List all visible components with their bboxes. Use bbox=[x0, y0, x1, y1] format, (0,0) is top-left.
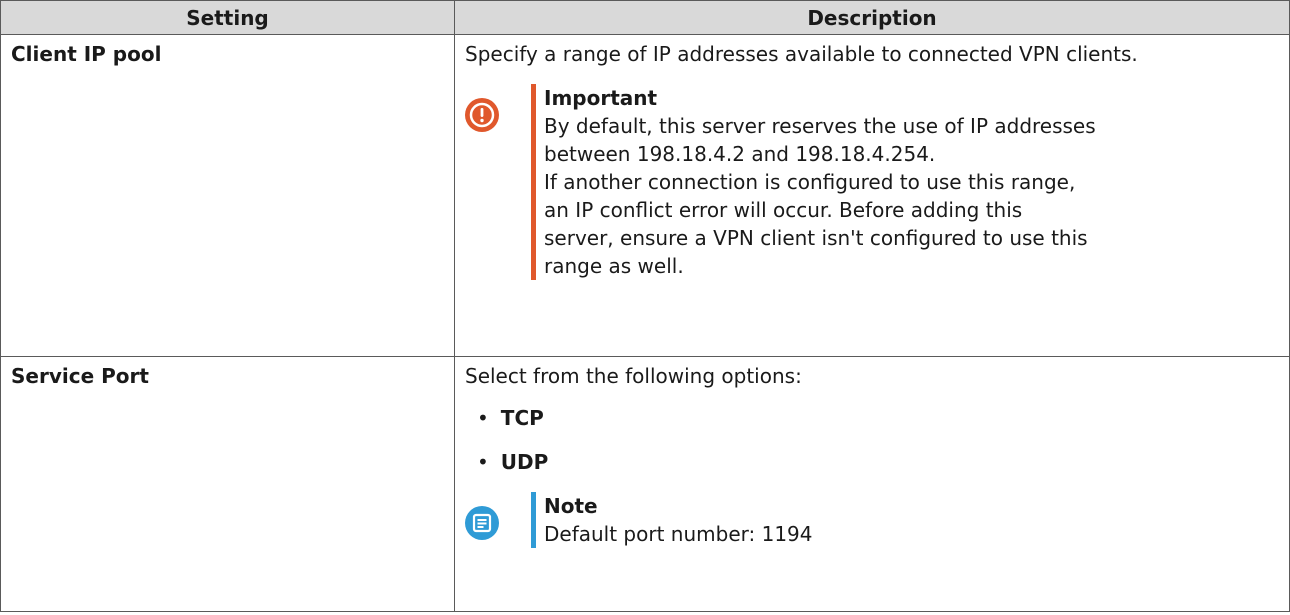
note-icon bbox=[465, 506, 499, 540]
list-item: • UDP bbox=[477, 450, 549, 474]
note-title: Note bbox=[544, 494, 598, 518]
note-bar bbox=[531, 492, 536, 548]
options-list: • TCP • UDP bbox=[465, 404, 1277, 476]
note-text: Default port number: 1194 bbox=[544, 522, 813, 546]
setting-client-ip-pool: Client IP pool bbox=[0, 34, 455, 357]
important-icon bbox=[465, 98, 499, 132]
settings-table: Setting Description Client IP pool Speci… bbox=[0, 0, 1290, 612]
description-text: Specify a range of IP addresses availabl… bbox=[465, 42, 1138, 66]
table-row: Client IP pool Specify a range of IP add… bbox=[0, 34, 1290, 357]
option-udp: UDP bbox=[500, 450, 549, 474]
important-text: By default, this server reserves the use… bbox=[544, 114, 1096, 278]
header-setting: Setting bbox=[0, 0, 455, 35]
table-header-row: Setting Description bbox=[0, 0, 1290, 35]
description-cell: Select from the following options: • TCP … bbox=[454, 356, 1290, 612]
header-description: Description bbox=[454, 0, 1290, 35]
description-text: Select from the following options: bbox=[465, 364, 802, 388]
important-bar bbox=[531, 84, 536, 280]
description-cell: Specify a range of IP addresses availabl… bbox=[454, 34, 1290, 357]
important-callout: Important By default, this server reserv… bbox=[465, 84, 1277, 280]
note-callout: Note Default port number: 1194 bbox=[465, 492, 1277, 548]
list-item: • TCP bbox=[477, 406, 544, 430]
option-tcp: TCP bbox=[500, 406, 544, 430]
important-title: Important bbox=[544, 86, 658, 110]
table-row: Service Port Select from the following o… bbox=[0, 356, 1290, 612]
setting-service-port: Service Port bbox=[0, 356, 455, 612]
